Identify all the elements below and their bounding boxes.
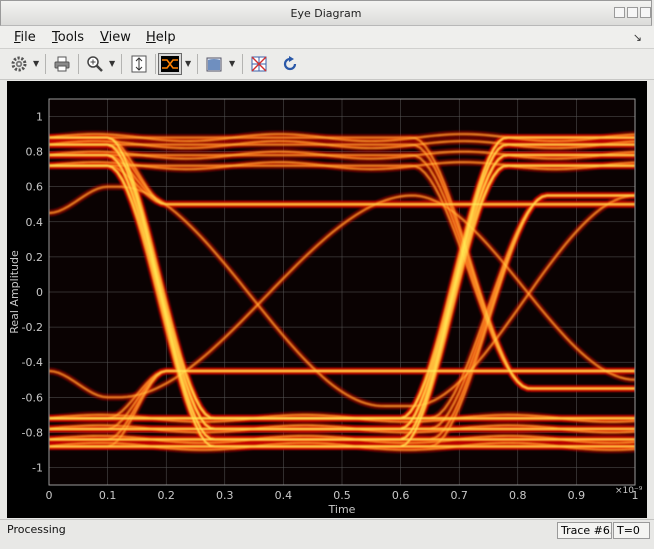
x-tick-label: 0.5 — [333, 489, 351, 502]
y-tick-label: 0.8 — [26, 146, 44, 159]
menu-file-label: ile — [20, 30, 36, 45]
x-axis-exponent: ×10⁻⁹ — [615, 486, 643, 496]
y-tick-label: -0.6 — [22, 391, 43, 404]
trace-counter: Trace #656 — [557, 522, 612, 539]
time-offset: T=0 — [613, 522, 650, 539]
y-tick-label: -0.8 — [22, 426, 43, 439]
toolbar: ▼ ▼ ▼ ▼ — [0, 49, 654, 80]
bathtub-curve-icon — [251, 56, 267, 72]
y-tick-label: 0.2 — [26, 251, 44, 264]
status-text: Processing — [7, 523, 66, 536]
histogram-button[interactable] — [203, 53, 225, 75]
x-tick-label: 0.3 — [216, 489, 234, 502]
menu-file[interactable]: File — [14, 30, 36, 45]
menu-view-label: iew — [108, 30, 131, 45]
x-tick-label: 0.1 — [99, 489, 117, 502]
maximize-button[interactable] — [627, 7, 638, 18]
x-tick-label: 0 — [46, 489, 53, 502]
display-dropdown-icon[interactable]: ▼ — [185, 59, 191, 68]
x-tick-label: 0.7 — [450, 489, 468, 502]
title-bar: Eye Diagram — [0, 0, 652, 26]
x-tick-label: 0.8 — [509, 489, 527, 502]
menu-tools[interactable]: Tools — [52, 30, 84, 45]
gear-icon — [11, 56, 27, 72]
zoom-dropdown-icon[interactable]: ▼ — [109, 59, 115, 68]
menu-bar: File Tools View Help ↘ — [0, 26, 654, 49]
x-tick-label: 0.4 — [275, 489, 293, 502]
x-axis-label: Time — [328, 503, 356, 516]
menu-help-mnemonic: H — [146, 30, 156, 45]
settings-button[interactable] — [8, 53, 30, 75]
y-tick-label: 0 — [36, 286, 43, 299]
minimize-button[interactable] — [614, 7, 625, 18]
eye-diagram-display-button[interactable] — [158, 53, 182, 75]
zoom-in-icon — [87, 56, 103, 72]
y-tick-label: 0.4 — [26, 216, 44, 229]
refresh-icon — [283, 56, 297, 71]
print-button[interactable] — [51, 53, 73, 75]
y-tick-label: 0.6 — [26, 181, 44, 194]
bathtub-button[interactable] — [248, 53, 270, 75]
settings-dropdown-icon[interactable]: ▼ — [33, 59, 39, 68]
y-tick-label: -0.2 — [22, 321, 43, 334]
printer-icon — [54, 56, 70, 72]
status-bar: Processing Trace #656 T=0 — [0, 519, 654, 549]
y-tick-label: 1 — [36, 111, 43, 124]
y-tick-label: -0.4 — [22, 356, 43, 369]
eye-diagram-icon — [161, 56, 179, 72]
x-tick-label: 0.2 — [157, 489, 175, 502]
plot-panel: 0 0.1 0.2 0.3 0.4 0.5 0.6 0.7 0.8 0.9 1 1 0.8 0.6 0.4 0… — [7, 81, 647, 518]
y-axis-label: Real Amplitude — [8, 250, 21, 334]
menu-view[interactable]: View — [100, 30, 131, 45]
refresh-button[interactable] — [279, 53, 301, 75]
histogram-icon — [206, 57, 222, 72]
y-tick-label: -1 — [32, 461, 43, 474]
menu-help[interactable]: Help — [146, 30, 176, 45]
menu-help-label: elp — [155, 30, 176, 45]
menu-tools-label: ools — [57, 30, 85, 45]
autoscale-icon — [131, 55, 147, 73]
zoom-in-button[interactable] — [84, 53, 106, 75]
menu-view-mnemonic: V — [100, 30, 109, 45]
window-title: Eye Diagram — [290, 7, 362, 20]
close-button[interactable] — [640, 7, 651, 18]
histogram-dropdown-icon[interactable]: ▼ — [229, 59, 235, 68]
eye-diagram-plot[interactable]: 0 0.1 0.2 0.3 0.4 0.5 0.6 0.7 0.8 0.9 110.80.60.40… — [7, 81, 647, 518]
autoscale-button[interactable] — [128, 53, 150, 75]
dock-arrow-icon[interactable]: ↘ — [633, 31, 642, 44]
x-tick-label: 0.9 — [568, 489, 586, 502]
x-tick-label: 0.6 — [392, 489, 410, 502]
